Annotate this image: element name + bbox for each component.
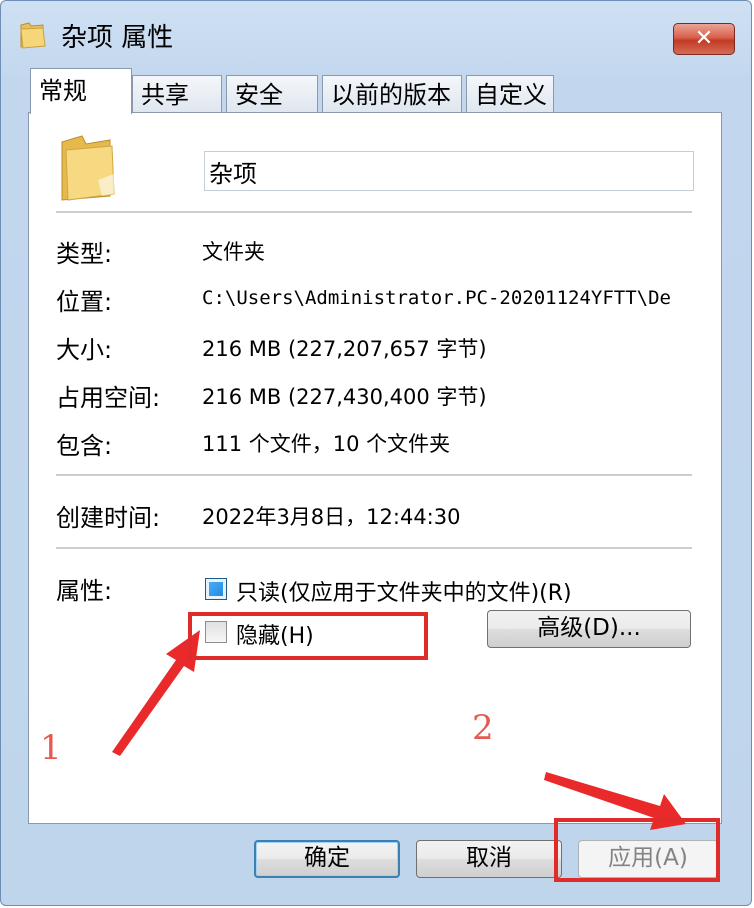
apply-highlight-box — [554, 818, 720, 882]
annotation-step-1: 1 — [40, 728, 62, 768]
arrow-to-hidden — [112, 630, 200, 756]
hidden-highlight-box — [188, 612, 428, 660]
annotation-step-2: 2 — [472, 708, 494, 748]
annotation-arrows — [112, 630, 686, 830]
